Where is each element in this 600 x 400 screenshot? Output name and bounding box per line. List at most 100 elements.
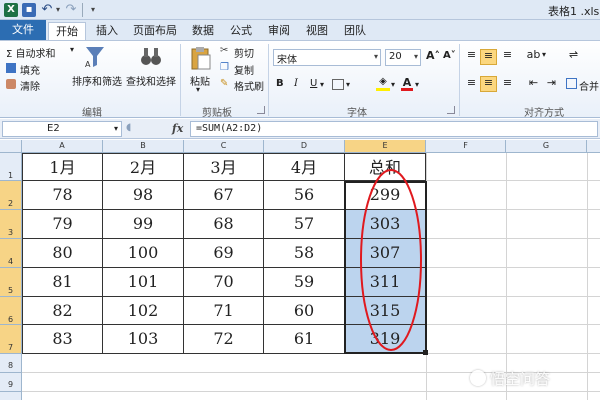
underline-dropdown-icon[interactable]: ▾ — [320, 80, 324, 89]
borders-dropdown-icon[interactable]: ▾ — [346, 80, 350, 89]
row-header-5[interactable]: 5 — [0, 268, 22, 297]
increase-indent-icon[interactable]: ⇥ — [544, 77, 559, 92]
fill-button[interactable]: 填充 — [20, 62, 40, 77]
cell-a2[interactable]: 78 — [22, 181, 103, 210]
formula-input[interactable]: =SUM(A2:D2) — [190, 121, 598, 137]
undo-icon[interactable]: ↶ — [40, 3, 54, 17]
cell-e6[interactable]: 315 — [345, 297, 426, 325]
name-box[interactable]: E2 ▾ — [2, 121, 122, 137]
column-header-a[interactable]: A — [22, 140, 103, 153]
tab-page-layout[interactable]: 页面布局 — [130, 22, 180, 40]
tab-file[interactable]: 文件 — [0, 20, 46, 40]
name-box-resize-handle[interactable]: ◖ — [126, 122, 131, 133]
cell-d3[interactable]: 57 — [264, 210, 345, 239]
cell-c3[interactable]: 68 — [184, 210, 264, 239]
insert-function-icon[interactable]: fx — [172, 122, 183, 135]
italic-button[interactable]: I — [294, 78, 298, 89]
clear-button[interactable]: 清除 — [20, 78, 40, 93]
font-color-icon[interactable]: A — [401, 77, 413, 91]
cell-c4[interactable]: 69 — [184, 239, 264, 268]
row-header-9[interactable]: 9 — [0, 373, 22, 392]
autosum-button[interactable]: Σ 自动求和 — [6, 45, 56, 60]
cell-c2[interactable]: 67 — [184, 181, 264, 210]
cell-c5[interactable]: 70 — [184, 268, 264, 297]
merge-center-button[interactable]: 合并 — [579, 78, 599, 93]
tab-review[interactable]: 审阅 — [264, 22, 294, 40]
column-header-f[interactable]: F — [426, 140, 506, 153]
tab-insert[interactable]: 插入 — [92, 22, 122, 40]
font-color-dropdown-icon[interactable]: ▾ — [415, 80, 419, 89]
cell-c7[interactable]: 72 — [184, 325, 264, 354]
save-icon[interactable]: ▪ — [22, 3, 36, 17]
align-middle-icon[interactable]: ≡ — [480, 49, 497, 65]
clipboard-dialog-launcher[interactable] — [257, 106, 265, 114]
cell-b6[interactable]: 102 — [103, 297, 184, 325]
align-center-icon[interactable]: ≡ — [480, 76, 497, 92]
row-header-6[interactable]: 6 — [0, 297, 22, 325]
cell-c6[interactable]: 71 — [184, 297, 264, 325]
fill-color-dropdown-icon[interactable]: ▾ — [391, 80, 395, 89]
align-top-icon[interactable]: ≡ — [464, 49, 479, 64]
chevron-down-icon[interactable]: ▾ — [114, 124, 118, 133]
cell-d5[interactable]: 59 — [264, 268, 345, 297]
redo-icon[interactable]: ↷ — [64, 3, 78, 17]
cell-b5[interactable]: 101 — [103, 268, 184, 297]
paste-dropdown-icon[interactable]: ▾ — [196, 85, 200, 94]
tab-home[interactable]: 开始 — [48, 22, 86, 40]
orientation-dropdown-icon[interactable]: ▾ — [542, 50, 546, 59]
cell-d7[interactable]: 61 — [264, 325, 345, 354]
column-header-c[interactable]: C — [184, 140, 264, 153]
copy-button[interactable]: 复制 — [234, 62, 254, 77]
row-header-3[interactable]: 3 — [0, 210, 22, 239]
fill-handle[interactable] — [423, 350, 428, 355]
cell-b2[interactable]: 98 — [103, 181, 184, 210]
undo-dropdown-icon[interactable]: ▾ — [54, 3, 62, 17]
cell-a5[interactable]: 81 — [22, 268, 103, 297]
column-header-e[interactable]: E — [345, 140, 426, 153]
cell-d1[interactable]: 4月 — [264, 153, 345, 181]
cell-a1[interactable]: 1月 — [22, 153, 103, 181]
underline-button[interactable]: U — [310, 78, 317, 89]
cell-a6[interactable]: 82 — [22, 297, 103, 325]
cell-b1[interactable]: 2月 — [103, 153, 184, 181]
align-right-icon[interactable]: ≡ — [500, 77, 515, 92]
row-header-8[interactable]: 8 — [0, 354, 22, 373]
cell-e4[interactable]: 307 — [345, 239, 426, 268]
tab-team[interactable]: 团队 — [340, 22, 370, 40]
cell-a4[interactable]: 80 — [22, 239, 103, 268]
cell-a7[interactable]: 83 — [22, 325, 103, 354]
fill-color-icon[interactable]: ◈ — [376, 77, 390, 91]
tab-formulas[interactable]: 公式 — [226, 22, 256, 40]
align-left-icon[interactable]: ≡ — [464, 77, 479, 92]
cut-button[interactable]: 剪切 — [234, 45, 254, 60]
sort-filter-button[interactable]: 排序和筛选 — [72, 73, 122, 88]
bold-button[interactable]: B — [276, 78, 284, 89]
cell-b3[interactable]: 99 — [103, 210, 184, 239]
wrap-text-icon[interactable]: ⇌ — [566, 49, 581, 64]
row-header-1[interactable]: 1 — [0, 153, 22, 181]
orientation-icon[interactable]: ab — [526, 49, 541, 64]
decrease-indent-icon[interactable]: ⇤ — [526, 77, 541, 92]
row-header-4[interactable]: 4 — [0, 239, 22, 268]
cell-b7[interactable]: 103 — [103, 325, 184, 354]
cell-b4[interactable]: 100 — [103, 239, 184, 268]
cell-c1[interactable]: 3月 — [184, 153, 264, 181]
cell-d2[interactable]: 56 — [264, 181, 345, 210]
font-name-select[interactable]: 宋体 ▾ — [273, 49, 381, 66]
row-header-7[interactable]: 7 — [0, 325, 22, 354]
select-all-button[interactable] — [0, 140, 22, 153]
cell-e3[interactable]: 303 — [345, 210, 426, 239]
tab-data[interactable]: 数据 — [188, 22, 218, 40]
align-bottom-icon[interactable]: ≡ — [500, 49, 515, 64]
column-header-b[interactable]: B — [103, 140, 184, 153]
cell-d6[interactable]: 60 — [264, 297, 345, 325]
spreadsheet-grid[interactable]: A B C D E F G 1 2 3 4 5 6 7 8 9 1月 2月 3月… — [0, 140, 600, 400]
shrink-font-icon[interactable]: A˅ — [443, 50, 456, 61]
font-size-select[interactable]: 20 ▾ — [385, 49, 421, 66]
find-select-button[interactable]: 查找和选择 — [126, 73, 176, 88]
font-dialog-launcher[interactable] — [447, 106, 455, 114]
cell-d4[interactable]: 58 — [264, 239, 345, 268]
row-header-10[interactable] — [0, 392, 22, 400]
grow-font-icon[interactable]: A˄ — [426, 49, 440, 62]
cell-a3[interactable]: 79 — [22, 210, 103, 239]
